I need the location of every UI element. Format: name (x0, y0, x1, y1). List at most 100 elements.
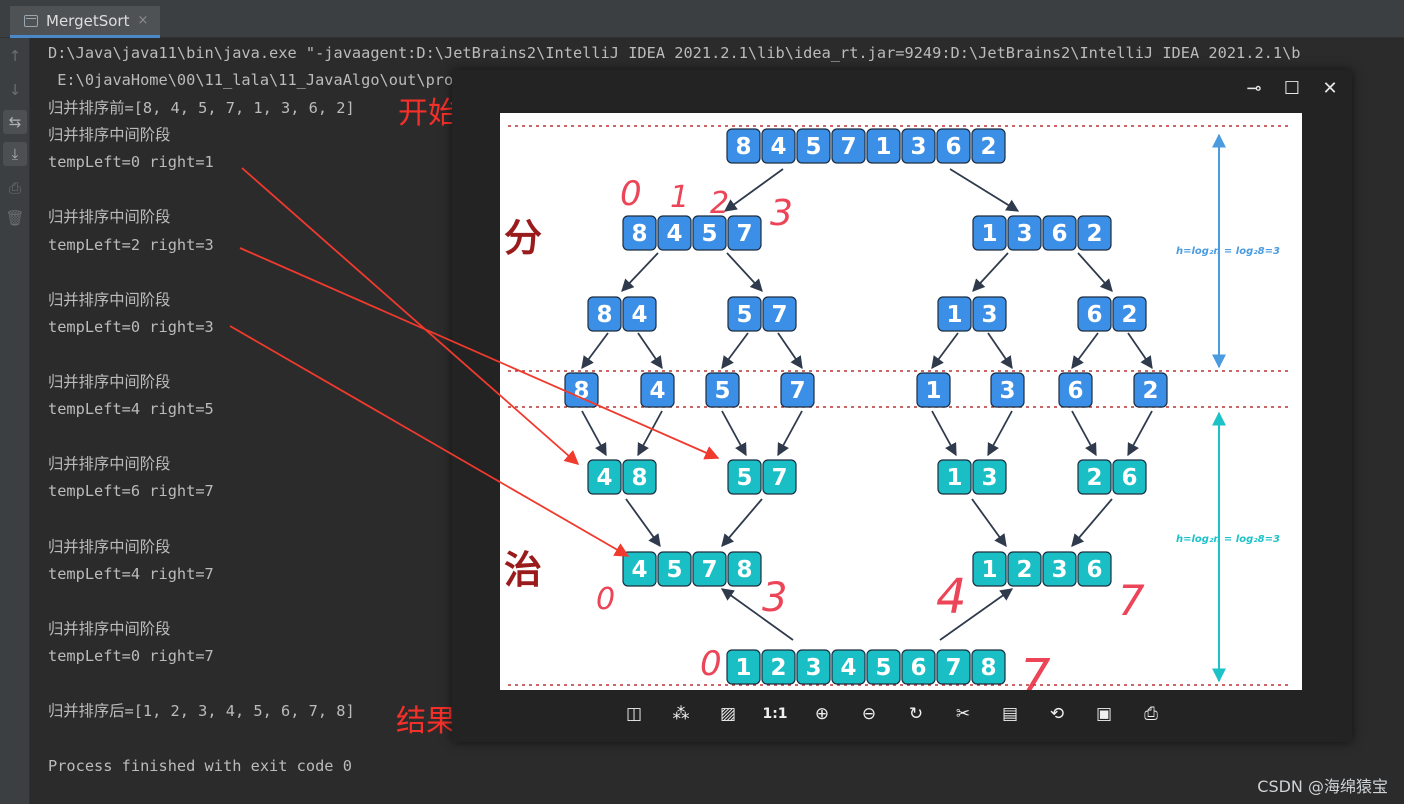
number-box-value: 5 (714, 378, 730, 404)
watermark: CSDN @海绵猿宝 (1257, 777, 1388, 796)
tree-arrow (581, 332, 609, 370)
viewer-window-controls: ⊸ ☐ ✕ (1244, 78, 1340, 99)
handwritten-index: 4 (936, 569, 967, 625)
number-box: 6 (1042, 215, 1077, 251)
trash-icon[interactable]: 🗑 (3, 206, 27, 230)
number-box: 8 (726, 128, 761, 164)
number-box-value: 8 (980, 655, 996, 681)
console-icon (24, 14, 38, 27)
number-box: 1 (937, 296, 972, 332)
number-box: 3 (990, 372, 1025, 408)
tree-arrow (971, 498, 1007, 548)
console-line: tempLeft=6 right=7 (48, 482, 214, 500)
number-box: 6 (1112, 459, 1147, 495)
tree-arrow (777, 410, 803, 457)
print-icon[interactable]: ⎙ (3, 176, 27, 200)
console-line: 归并排序中间阶段 (48, 291, 171, 309)
convert-icon[interactable]: ⟲ (1045, 702, 1069, 726)
console-line: tempLeft=0 right=3 (48, 318, 214, 336)
tree-arrow (625, 498, 661, 548)
split-view-icon[interactable]: ◫ (622, 702, 646, 726)
run-toolbar: ↑ ↓ ⇆ ⤓ ⎙ 🗑 (0, 38, 30, 804)
zoom-out-icon[interactable]: ⊖ (857, 702, 881, 726)
arrow-up-icon[interactable]: ↑ (3, 44, 27, 68)
console-line: tempLeft=0 right=7 (48, 647, 214, 665)
maximize-icon[interactable]: ☐ (1282, 78, 1302, 99)
tree-arrow (777, 332, 803, 370)
number-box: 4 (587, 459, 622, 495)
number-box-value: 7 (789, 378, 805, 404)
tree-arrow (726, 252, 763, 292)
handwritten-index: 2 (710, 186, 729, 221)
height-note-split: h=log₂n = log₂8=3 (1176, 246, 1280, 257)
print-icon[interactable]: ⎙ (1139, 702, 1163, 726)
save-icon[interactable]: ▣ (1092, 702, 1116, 726)
tree-arrow (1071, 410, 1097, 457)
number-box: 7 (936, 649, 971, 685)
number-box: 1 (916, 372, 951, 408)
number-box-value: 8 (631, 465, 647, 491)
soft-wrap-icon[interactable]: ⇆ (3, 110, 27, 134)
handwritten-index: 0 (596, 582, 615, 617)
pin-icon[interactable]: ⊸ (1244, 78, 1264, 99)
number-box: 5 (866, 649, 901, 685)
tool-window-tab-bar: MergetSort × (0, 6, 1404, 38)
number-box: 5 (657, 551, 692, 587)
gallery-icon[interactable]: ▤ (998, 702, 1022, 726)
tab-mergetsort[interactable]: MergetSort × (10, 6, 161, 38)
tree-arrow (621, 252, 659, 292)
console-line: 归并排序后=[1, 2, 3, 4, 5, 6, 7, 8] (48, 702, 355, 720)
number-box-value: 4 (666, 221, 682, 247)
number-box-value: 4 (770, 134, 786, 160)
number-box-value: 3 (1016, 221, 1032, 247)
actual-size-button[interactable]: 1:1 (762, 702, 787, 726)
number-box: 4 (657, 215, 692, 251)
console-line: 归并排序中间阶段 (48, 538, 171, 556)
tree-arrow (987, 332, 1013, 370)
number-box-value: 3 (981, 465, 997, 491)
crop-icon[interactable]: ✂ (951, 702, 975, 726)
scroll-to-end-icon[interactable]: ⤓ (3, 142, 27, 166)
rotate-icon[interactable]: ↻ (904, 702, 928, 726)
edit-image-icon[interactable]: ▨ (716, 702, 740, 726)
close-tab-icon[interactable]: × (137, 13, 148, 28)
tree-arrow (1071, 498, 1113, 547)
number-box: 2 (1007, 551, 1042, 587)
tree-arrow (721, 332, 749, 370)
number-box-value: 1 (981, 557, 997, 583)
number-box: 3 (901, 128, 936, 164)
number-box: 5 (705, 372, 740, 408)
number-box-value: 7 (701, 557, 717, 583)
zoom-in-icon[interactable]: ⊕ (810, 702, 834, 726)
number-box-value: 1 (946, 302, 962, 328)
number-box: 4 (640, 372, 675, 408)
merge-sort-diagram: 8 4 5 7 1 3 6 28 4 5 7 1 3 6 28 4 5 7 1 3 6 28 4 5 7 1 3 6 24 8 5 7 1 3 2 6… (504, 125, 1290, 705)
close-icon[interactable]: ✕ (1320, 78, 1340, 99)
number-box: 5 (692, 215, 727, 251)
tree-arrow (1071, 332, 1099, 370)
number-box: 1 (937, 459, 972, 495)
number-box-value: 2 (1086, 221, 1102, 247)
console-line: D:\Java\java11\bin\java.exe "-javaagent:… (48, 44, 1301, 62)
number-box-value: 4 (649, 378, 665, 404)
number-box-value: 2 (1016, 557, 1032, 583)
magic-wand-icon[interactable]: ⁂ (669, 702, 693, 726)
number-box-value: 1 (925, 378, 941, 404)
number-box-value: 5 (875, 655, 891, 681)
image-viewer-window: ⊸ ☐ ✕ 8457136284571362845713628457136248… (452, 70, 1352, 742)
handwritten-index: 3 (770, 193, 793, 234)
number-box: 1 (726, 649, 761, 685)
number-box: 3 (1042, 551, 1077, 587)
number-box-value: 1 (735, 655, 751, 681)
console-line: 归并排序中间阶段 (48, 373, 171, 391)
console-line: tempLeft=0 right=1 (48, 153, 214, 171)
number-box-value: 6 (945, 134, 961, 160)
tree-arrow (1077, 252, 1113, 292)
number-box: 2 (1133, 372, 1168, 408)
number-box-value: 2 (770, 655, 786, 681)
arrow-down-icon[interactable]: ↓ (3, 78, 27, 102)
number-box-value: 3 (999, 378, 1015, 404)
number-box: 7 (762, 459, 797, 495)
number-box-value: 1 (946, 465, 962, 491)
number-box-value: 2 (1121, 302, 1137, 328)
